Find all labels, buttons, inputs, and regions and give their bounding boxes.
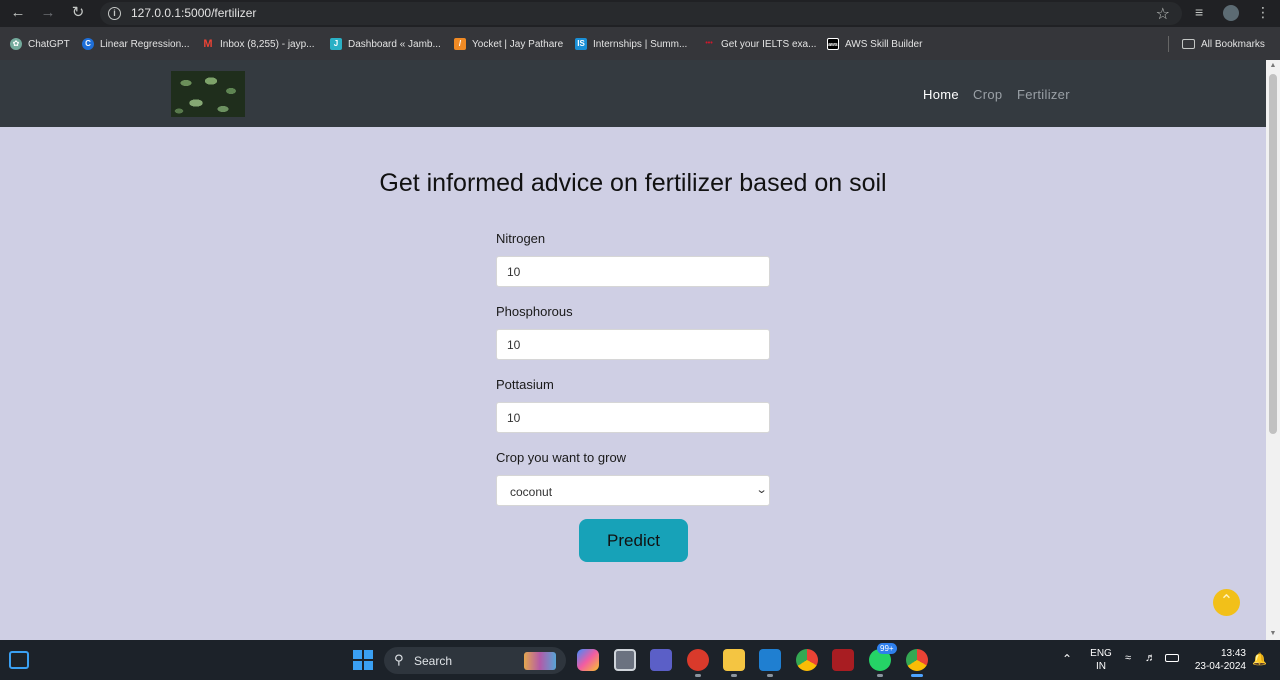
running-indicator bbox=[695, 674, 701, 677]
battery-icon[interactable] bbox=[1165, 654, 1179, 662]
search-highlight-icon bbox=[524, 652, 556, 670]
vscode-icon[interactable] bbox=[759, 649, 781, 677]
chatgpt-icon: ✿ bbox=[10, 38, 22, 50]
folder-icon bbox=[1182, 39, 1195, 49]
clock-date[interactable]: 23-04-2024 bbox=[1186, 661, 1246, 672]
address-bar[interactable]: i 127.0.0.1:5000/fertilizer ☆ bbox=[100, 2, 1182, 25]
predict-button[interactable]: Predict bbox=[579, 519, 688, 562]
wifi-icon[interactable]: ≈ bbox=[1125, 652, 1131, 664]
search-label: Search bbox=[414, 654, 453, 668]
region-label[interactable]: IN bbox=[1089, 661, 1113, 672]
bookmark-ielts[interactable]: ••• Get your IELTS exa... bbox=[703, 36, 816, 52]
j-icon: J bbox=[330, 38, 342, 50]
scroll-up-arrow-icon[interactable]: ▲ bbox=[1266, 60, 1280, 72]
notification-bell-icon[interactable]: 🔔 bbox=[1252, 652, 1267, 666]
all-bookmarks[interactable]: All Bookmarks bbox=[1182, 36, 1265, 52]
back-arrow-icon[interactable]: ← bbox=[7, 3, 29, 23]
crop-select[interactable]: coconut ⌄ bbox=[496, 475, 770, 506]
chrome-active-icon[interactable] bbox=[906, 649, 928, 677]
bookmark-aws[interactable]: aws AWS Skill Builder bbox=[827, 36, 922, 52]
scroll-down-arrow-icon[interactable]: ▼ bbox=[1266, 628, 1280, 640]
page-title: Get informed advice on fertilizer based … bbox=[379, 169, 887, 197]
bookmark-label: Inbox (8,255) - jayp... bbox=[220, 38, 315, 50]
chevron-down-icon: ⌄ bbox=[755, 484, 768, 496]
scroll-thumb[interactable] bbox=[1269, 74, 1277, 434]
page-scrollbar[interactable]: ▲ ▼ bbox=[1266, 60, 1280, 640]
file-explorer-icon[interactable] bbox=[723, 649, 745, 677]
whatsapp-badge: 99+ bbox=[877, 643, 897, 654]
browser-toolbar: ← → ↻ i 127.0.0.1:5000/fertilizer ☆ ≡ ⋮ bbox=[0, 0, 1280, 27]
bookmarks-bar: ✿ ChatGPT C Linear Regression... M Inbox… bbox=[0, 27, 1280, 60]
bookmark-label: Internships | Summ... bbox=[593, 38, 688, 50]
site-navbar: Home Crop Fertilizer bbox=[0, 60, 1266, 127]
widgets-icon[interactable] bbox=[9, 651, 29, 669]
taskbar-search[interactable]: ⚲ Search bbox=[384, 647, 566, 674]
yocket-icon: / bbox=[454, 38, 466, 50]
running-indicator bbox=[767, 674, 773, 677]
whatsapp-icon[interactable]: 99+ bbox=[869, 643, 897, 677]
search-icon: ⚲ bbox=[394, 652, 404, 667]
bookmark-internships[interactable]: IS Internships | Summ... bbox=[575, 36, 687, 52]
bookmark-linear-regression[interactable]: C Linear Regression... bbox=[82, 36, 190, 52]
active-indicator bbox=[911, 674, 923, 677]
clock-time[interactable]: 13:43 bbox=[1190, 648, 1246, 659]
bookmark-dashboard[interactable]: J Dashboard « Jamb... bbox=[330, 36, 441, 52]
bookmark-label: Dashboard « Jamb... bbox=[348, 38, 441, 50]
copilot-icon[interactable] bbox=[577, 649, 599, 671]
ielts-icon: ••• bbox=[705, 40, 713, 47]
bookmark-label: Linear Regression... bbox=[100, 38, 190, 50]
language-label[interactable]: ENG bbox=[1089, 648, 1113, 659]
anaconda-icon[interactable] bbox=[832, 649, 854, 671]
scroll-to-top-button[interactable]: ⌃ bbox=[1213, 589, 1240, 616]
reload-icon[interactable]: ↻ bbox=[67, 3, 89, 23]
windows-taskbar: ⚲ Search 99+ ⌃ ENG IN ≈ ♬ 13:43 23-04-20… bbox=[0, 640, 1280, 680]
profile-avatar[interactable] bbox=[1223, 5, 1239, 21]
all-bookmarks-label: All Bookmarks bbox=[1201, 38, 1265, 50]
nitrogen-label: Nitrogen bbox=[496, 231, 546, 246]
chevron-up-icon[interactable]: ⌃ bbox=[1062, 652, 1072, 666]
forward-arrow-icon[interactable]: → bbox=[37, 3, 59, 23]
pottasium-input[interactable] bbox=[496, 402, 770, 433]
pottasium-label: Pottasium bbox=[496, 377, 554, 392]
url-text[interactable]: 127.0.0.1:5000/fertilizer bbox=[131, 6, 256, 20]
leaf-logo[interactable] bbox=[171, 71, 245, 117]
gmail-icon: M bbox=[203, 38, 213, 50]
bookmark-label: ChatGPT bbox=[28, 38, 70, 50]
phosphorous-label: Phosphorous bbox=[496, 304, 573, 319]
crop-select-label: Crop you want to grow bbox=[496, 450, 627, 465]
chevron-up-icon: ⌃ bbox=[1219, 593, 1234, 610]
phosphorous-input[interactable] bbox=[496, 329, 770, 360]
media-control-icon[interactable]: ≡ bbox=[1195, 4, 1203, 20]
nitrogen-input[interactable] bbox=[496, 256, 770, 287]
is-icon: IS bbox=[575, 38, 587, 50]
chrome-icon[interactable] bbox=[796, 649, 818, 671]
task-view-icon[interactable] bbox=[614, 649, 636, 671]
bookmark-yocket[interactable]: / Yocket | Jay Pathare bbox=[454, 36, 563, 52]
wps-office-icon[interactable] bbox=[687, 649, 709, 677]
windows-start-icon[interactable] bbox=[353, 650, 373, 670]
bookmark-chatgpt[interactable]: ✿ ChatGPT bbox=[10, 36, 70, 52]
nav-crop-link[interactable]: Crop bbox=[973, 87, 1002, 102]
bookmarks-divider bbox=[1168, 36, 1169, 52]
bookmark-star-icon[interactable]: ☆ bbox=[1156, 4, 1170, 24]
site-info-icon[interactable]: i bbox=[108, 7, 121, 20]
bookmark-label: AWS Skill Builder bbox=[845, 38, 923, 50]
bookmark-inbox[interactable]: M Inbox (8,255) - jayp... bbox=[202, 36, 315, 52]
nav-fertilizer-link[interactable]: Fertilizer bbox=[1017, 87, 1070, 102]
bookmark-label: Yocket | Jay Pathare bbox=[472, 38, 564, 50]
volume-icon[interactable]: ♬ bbox=[1145, 652, 1156, 664]
teams-icon[interactable] bbox=[650, 649, 672, 671]
c-icon: C bbox=[82, 38, 94, 50]
running-indicator bbox=[877, 674, 883, 677]
crop-select-value: coconut bbox=[510, 485, 553, 499]
bookmark-label: Get your IELTS exa... bbox=[721, 38, 817, 50]
more-menu-icon[interactable]: ⋮ bbox=[1256, 4, 1270, 21]
running-indicator bbox=[731, 674, 737, 677]
nav-home-link[interactable]: Home bbox=[923, 87, 959, 102]
aws-icon: aws bbox=[827, 38, 839, 50]
